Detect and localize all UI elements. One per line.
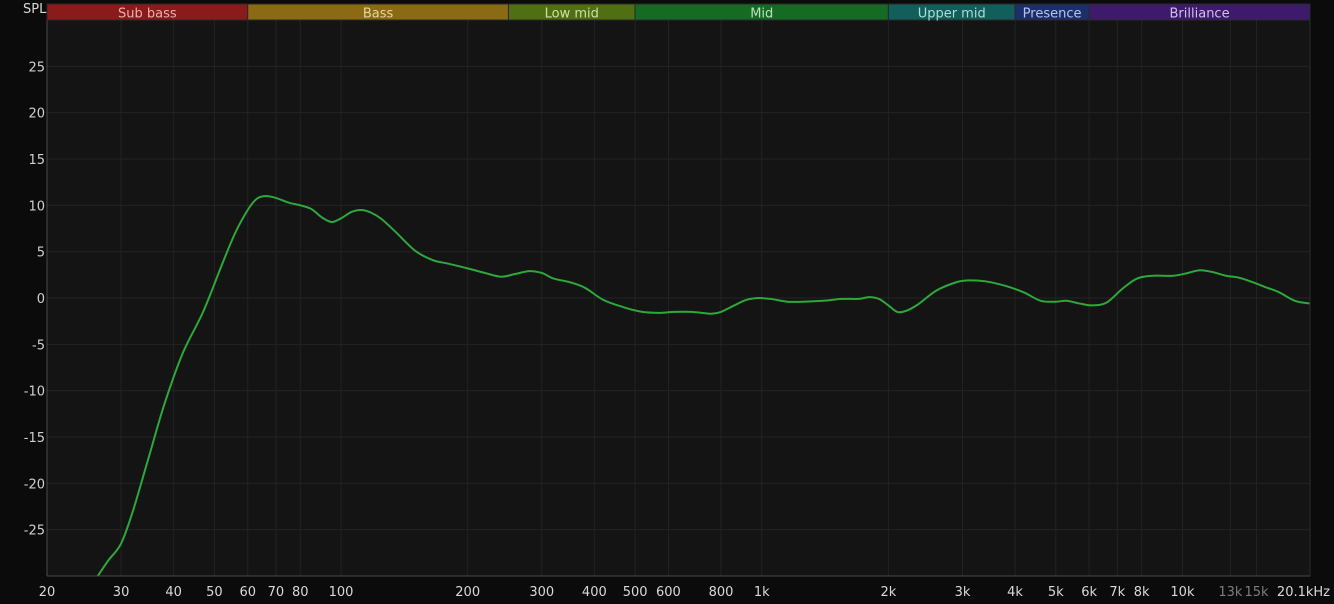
x-tick-label: 50 [206, 585, 223, 600]
y-tick-label: -10 [24, 385, 45, 400]
x-tick-label: 7k [1109, 585, 1125, 600]
x-tick-label: 800 [709, 585, 734, 600]
x-tick-label: 8k [1134, 585, 1150, 600]
y-tick-label: 5 [37, 246, 45, 261]
x-tick-label: 80 [292, 585, 309, 600]
frequency-response-chart: Sub bass Bass Low mid Mid Upper mid Presence B… [0, 0, 1334, 600]
y-tick-label: 0 [37, 292, 45, 307]
x-tick-label: 5k [1048, 585, 1064, 600]
y-tick-label: -20 [24, 477, 45, 492]
x-tick-label: 70 [268, 585, 285, 600]
x-tick-label: 2k [880, 585, 896, 600]
x-tick-label: 4k [1007, 585, 1023, 600]
x-tick-label: 30 [113, 585, 130, 600]
x-tick-label: 6k [1081, 585, 1097, 600]
x-tick-label: 20 [39, 585, 56, 600]
x-tick-label: 15k [1244, 585, 1269, 600]
band-label: Upper mid [918, 7, 986, 22]
chart-svg: Sub bass Bass Low mid Mid Upper mid Presence B… [0, 0, 1334, 600]
y-tick-label: 20 [28, 107, 45, 122]
band-label: Sub bass [118, 7, 177, 22]
x-tick-label: 40 [165, 585, 182, 600]
x-tick-label: 200 [455, 585, 480, 600]
y-tick-label: 15 [28, 153, 45, 168]
band-label: Low mid [545, 7, 599, 22]
y-tick-label: 25 [28, 60, 45, 75]
x-tick-label: 13k [1218, 585, 1243, 600]
y-axis-title: SPL [23, 2, 47, 17]
band-label: Presence [1023, 7, 1082, 22]
band-label: Brilliance [1170, 7, 1230, 22]
x-tick-label: 600 [656, 585, 681, 600]
x-tick-label: 400 [582, 585, 607, 600]
x-tick-label: 300 [529, 585, 554, 600]
y-tick-label: -5 [32, 338, 45, 353]
x-tick-label: 20.1kHz [1277, 585, 1330, 600]
y-tick-label: -25 [24, 524, 45, 539]
x-tick-label: 100 [329, 585, 354, 600]
x-tick-label: 1k [754, 585, 770, 600]
y-tick-label: 10 [28, 199, 45, 214]
x-tick-label: 500 [623, 585, 648, 600]
x-tick-label: 60 [239, 585, 256, 600]
frequency-band-bar: Sub bass Bass Low mid Mid Upper mid Presence B… [46, 3, 1311, 22]
x-tick-label: 10k [1170, 585, 1195, 600]
x-tick-label: 3k [955, 585, 971, 600]
y-tick-label: -15 [24, 431, 45, 446]
band-label: Mid [750, 7, 773, 22]
band-label: Bass [363, 7, 394, 22]
